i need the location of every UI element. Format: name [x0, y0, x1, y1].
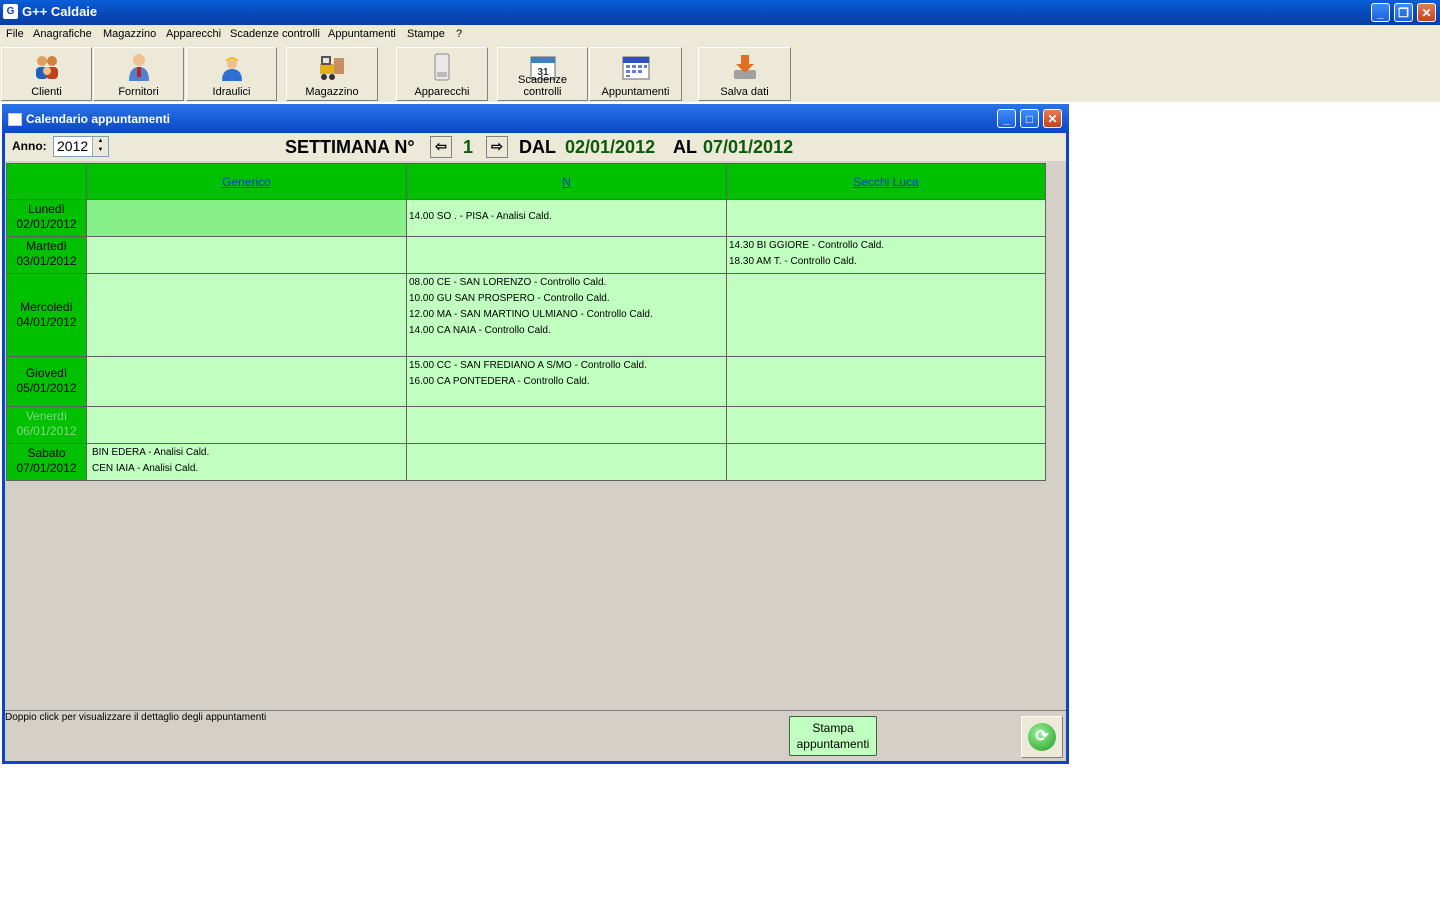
grid-corner	[6, 163, 87, 200]
close-icon[interactable]: ✕	[1417, 3, 1436, 22]
calendar-window-title: Calendario appuntamenti	[26, 112, 171, 126]
column-header-technician[interactable]: N	[406, 163, 727, 200]
child-maximize-icon[interactable]: □	[1020, 109, 1039, 128]
forklift-icon	[320, 56, 344, 80]
supplier-icon	[128, 54, 149, 81]
refresh-icon: ⟳	[1028, 723, 1056, 751]
prev-week-button[interactable]: ⇦	[430, 136, 452, 158]
anno-label: Anno:	[12, 139, 47, 153]
appointment-cell[interactable]	[86, 199, 407, 237]
menu-scadenze-controlli[interactable]: Scadenze controlli	[230, 28, 320, 40]
dal-date: 02/01/2012	[565, 137, 656, 157]
week-number: 1	[463, 137, 474, 157]
al-label: AL	[673, 137, 697, 157]
appointment-cell[interactable]	[86, 356, 407, 407]
arrow-left-icon: ⇦	[435, 138, 447, 154]
menubar: File Anagrafiche Magazzino Apparecchi Sc…	[0, 25, 1440, 44]
appointment-cell[interactable]	[406, 443, 727, 481]
appointment-cell[interactable]	[86, 406, 407, 444]
boiler-icon	[434, 53, 450, 81]
child-close-icon[interactable]: ✕	[1043, 109, 1062, 128]
anno-value: 2012	[57, 138, 89, 154]
appointment-cell[interactable]	[86, 273, 407, 357]
appointment-cell[interactable]	[726, 273, 1046, 357]
appointment-cell[interactable]	[726, 356, 1046, 407]
day-friday: Venerdì 06/01/2012	[6, 406, 87, 444]
app-title: G++ Caldaie	[22, 4, 98, 19]
calendar-window-titlebar: Calendario appuntamenti _ □ ✕	[2, 104, 1069, 133]
appointment-cell[interactable]	[406, 406, 727, 444]
app-icon: G	[3, 4, 18, 19]
toolbar-clienti-button[interactable]: Clienti	[1, 47, 92, 101]
toolbar-apparecchi-button[interactable]: Apparecchi	[396, 47, 488, 101]
appointments-grid: Generico N Secchi Luca Lunedì 02/01/2012 …	[6, 163, 1046, 481]
appointment-cell[interactable]: BIN EDERA - Analisi Cald. CEN IAIA - Anal…	[86, 443, 407, 481]
appointment-cell[interactable]	[726, 406, 1046, 444]
settimana-label: SETTIMANA N°	[285, 137, 415, 157]
plumber-icon	[221, 57, 242, 81]
appointment-cell[interactable]	[726, 199, 1046, 237]
toolbar-fornitori-button[interactable]: Fornitori	[93, 47, 184, 101]
next-week-button[interactable]: ⇨	[486, 136, 508, 158]
column-header-secchi-luca[interactable]: Secchi Luca	[726, 163, 1046, 200]
al-date: 07/01/2012	[703, 137, 794, 157]
menu-stampe[interactable]: Stampe	[407, 28, 445, 40]
appointment-cell[interactable]: 08.00 CE - SAN LORENZO - Controllo Cald.…	[406, 273, 727, 357]
appointment-cell[interactable]	[86, 236, 407, 274]
menu-anagrafiche[interactable]: Anagrafiche	[33, 28, 92, 40]
window-icon	[8, 113, 22, 126]
day-wednesday: Mercoledì 04/01/2012	[6, 273, 87, 357]
day-saturday: Sabato 07/01/2012	[6, 443, 87, 481]
day-thursday: Giovedì 05/01/2012	[6, 356, 87, 407]
dal-label: DAL	[519, 137, 556, 157]
toolbar-idraulici-button[interactable]: Idraulici	[186, 47, 277, 101]
column-secchi-luca-link[interactable]: Secchi Luca	[727, 175, 1045, 189]
appointment-cell[interactable]: 15.00 CC - SAN FREDIANO A S/MO - Control…	[406, 356, 727, 407]
arrow-right-icon: ⇨	[491, 138, 503, 154]
toolbar: Clienti Fornitori Idraulici Magazzino Ap…	[0, 44, 1440, 102]
day-monday: Lunedì 02/01/2012	[6, 199, 87, 237]
child-minimize-icon[interactable]: _	[997, 109, 1016, 128]
status-divider	[5, 710, 1066, 711]
print-appointments-button[interactable]: Stampa appuntamenti	[789, 716, 877, 756]
toolbar-scadenze-controlli-button[interactable]: 31 Scadenze controlli	[497, 47, 588, 101]
restore-icon[interactable]: ❐	[1394, 3, 1413, 22]
calendar-body: Anno: 2012 ▲ ▼ SETTIMANA N° ⇦ 1 ⇨ DAL 02/…	[5, 133, 1066, 761]
menu-magazzino[interactable]: Magazzino	[103, 28, 156, 40]
appointment-cell[interactable]	[726, 443, 1046, 481]
column-technician-link[interactable]: N	[407, 175, 726, 189]
anno-spinner[interactable]: 2012 ▲ ▼	[53, 136, 109, 157]
toolbar-salva-dati-button[interactable]: Salva dati	[698, 47, 791, 101]
appointment-cell[interactable]: 14.00 SO . - PISA - Analisi Cald.	[406, 199, 727, 237]
clients-icon	[35, 56, 58, 79]
day-tuesday: Martedì 03/01/2012	[6, 236, 87, 274]
appointment-cell[interactable]	[406, 236, 727, 274]
column-generico-link[interactable]: Generico	[87, 175, 406, 189]
column-header-generico[interactable]: Generico	[86, 163, 407, 200]
toolbar-magazzino-button[interactable]: Magazzino	[286, 47, 378, 101]
status-hint: Doppio click per visualizzare il dettagl…	[5, 712, 267, 723]
appointment-cell[interactable]: 14.30 BI GGIORE - Controllo Cald. 18.30 A…	[726, 236, 1046, 274]
minimize-icon[interactable]: _	[1371, 3, 1390, 22]
toolbar-appuntamenti-button[interactable]: Appuntamenti	[589, 47, 682, 101]
week-navigation: Anno: 2012 ▲ ▼ SETTIMANA N° ⇦ 1 ⇨ DAL 02/…	[5, 133, 1066, 161]
menu-help[interactable]: ?	[456, 28, 462, 40]
app-titlebar: G G++ Caldaie _ ❐ ✕	[0, 0, 1440, 25]
save-data-icon	[733, 55, 756, 79]
menu-appuntamenti[interactable]: Appuntamenti	[328, 28, 396, 40]
calendar-window: Calendario appuntamenti _ □ ✕ Anno: 2012…	[2, 104, 1069, 764]
calendar-grid-icon	[622, 56, 649, 80]
spinner-arrows-icon[interactable]: ▲ ▼	[92, 137, 108, 156]
menu-apparecchi[interactable]: Apparecchi	[166, 28, 221, 40]
menu-file[interactable]: File	[6, 28, 24, 40]
refresh-button[interactable]: ⟳	[1021, 716, 1063, 758]
